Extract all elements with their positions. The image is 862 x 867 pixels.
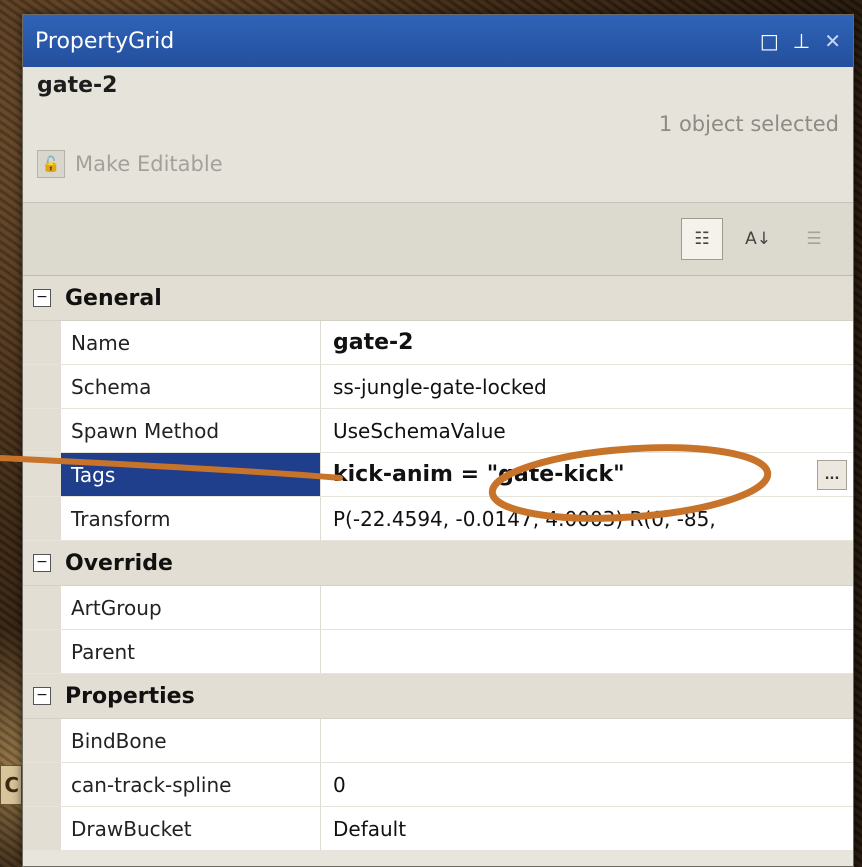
row-gutter	[23, 453, 61, 496]
property-grid-window: PropertyGrid □ ⊥ ✕ gate-2 1 object selec…	[22, 14, 854, 867]
property-name[interactable]: DrawBucket	[61, 807, 321, 850]
window-title: PropertyGrid	[35, 28, 175, 54]
ellipsis-button[interactable]: ...	[817, 460, 847, 490]
property-row-drawbucket[interactable]: DrawBucket Default	[23, 807, 853, 851]
category-override[interactable]: − Override	[23, 541, 853, 586]
property-name[interactable]: Parent	[61, 630, 321, 673]
category-label: Properties	[65, 683, 195, 709]
property-value[interactable]: Default	[321, 807, 853, 850]
property-name[interactable]: Name	[61, 321, 321, 364]
row-gutter	[23, 807, 61, 850]
category-general[interactable]: − General	[23, 276, 853, 321]
property-grid: − General Name gate-2 Schema ss-jungle-gate-l…	[23, 276, 853, 851]
property-row-name[interactable]: Name gate-2	[23, 321, 853, 365]
window-titlebar: PropertyGrid □ ⊥ ✕	[23, 15, 853, 67]
property-row-artgroup[interactable]: ArtGroup	[23, 586, 853, 630]
property-value[interactable]: UseSchemaValue	[321, 409, 853, 452]
property-pages-icon[interactable]: ☰	[793, 218, 835, 260]
property-row-can-track-spline[interactable]: can-track-spline 0	[23, 763, 853, 807]
property-name[interactable]: Schema	[61, 365, 321, 408]
collapse-icon[interactable]: −	[33, 554, 51, 572]
row-gutter	[23, 365, 61, 408]
property-value-text: gate-2	[333, 330, 414, 355]
property-value[interactable]: 0	[321, 763, 853, 806]
property-name[interactable]: Spawn Method	[61, 409, 321, 452]
property-value-text: ss-jungle-gate-locked	[333, 374, 547, 399]
property-value-text: kick-anim = "gate-kick"	[333, 462, 625, 487]
category-properties[interactable]: − Properties	[23, 674, 853, 719]
property-row-tags[interactable]: Tags kick-anim = "gate-kick"...	[23, 453, 853, 497]
row-gutter	[23, 763, 61, 806]
pin-icon[interactable]: ⊥	[793, 29, 810, 53]
row-gutter	[23, 630, 61, 673]
restore-icon[interactable]: □	[760, 29, 779, 53]
property-value-text: 0	[333, 772, 346, 797]
background-partial-panel: C	[0, 765, 22, 805]
row-gutter	[23, 497, 61, 540]
row-gutter	[23, 719, 61, 762]
collapse-icon[interactable]: −	[33, 687, 51, 705]
property-value[interactable]: kick-anim = "gate-kick"...	[321, 453, 853, 496]
category-label: Override	[65, 550, 173, 576]
grid-toolbar: ☷ A↓ ☰	[23, 203, 853, 276]
property-row-parent[interactable]: Parent	[23, 630, 853, 674]
property-name[interactable]: can-track-spline	[61, 763, 321, 806]
make-editable-button[interactable]: 🔓 Make Editable	[37, 150, 839, 178]
row-gutter	[23, 321, 61, 364]
object-name: gate-2	[37, 73, 118, 98]
lock-icon: 🔓	[37, 150, 65, 178]
property-value[interactable]	[321, 586, 853, 629]
category-label: General	[65, 285, 162, 311]
property-name[interactable]: ArtGroup	[61, 586, 321, 629]
property-value-text: UseSchemaValue	[333, 418, 506, 443]
property-value[interactable]: P(-22.4594, -0.0147, 4.0003) R(0, -85,	[321, 497, 853, 540]
property-name[interactable]: BindBone	[61, 719, 321, 762]
make-editable-label: Make Editable	[75, 152, 223, 176]
property-value[interactable]	[321, 630, 853, 673]
property-value[interactable]: ss-jungle-gate-locked	[321, 365, 853, 408]
categorized-icon[interactable]: ☷	[681, 218, 723, 260]
collapse-icon[interactable]: −	[33, 289, 51, 307]
property-value-text: P(-22.4594, -0.0147, 4.0003) R(0, -85,	[333, 506, 716, 531]
property-row-spawn-method[interactable]: Spawn Method UseSchemaValue	[23, 409, 853, 453]
property-name[interactable]: Transform	[61, 497, 321, 540]
alphabetical-icon[interactable]: A↓	[737, 218, 779, 260]
property-row-transform[interactable]: Transform P(-22.4594, -0.0147, 4.0003) R(…	[23, 497, 853, 541]
row-gutter	[23, 409, 61, 452]
property-name[interactable]: Tags	[61, 453, 321, 496]
property-value-text: Default	[333, 816, 407, 841]
property-value[interactable]	[321, 719, 853, 762]
property-value[interactable]: gate-2	[321, 321, 853, 364]
property-row-bindbone[interactable]: BindBone	[23, 719, 853, 763]
close-icon[interactable]: ✕	[824, 29, 841, 53]
selection-status: 1 object selected	[658, 112, 839, 136]
object-header: gate-2 1 object selected 🔓 Make Editable	[23, 67, 853, 203]
property-row-schema[interactable]: Schema ss-jungle-gate-locked	[23, 365, 853, 409]
row-gutter	[23, 586, 61, 629]
